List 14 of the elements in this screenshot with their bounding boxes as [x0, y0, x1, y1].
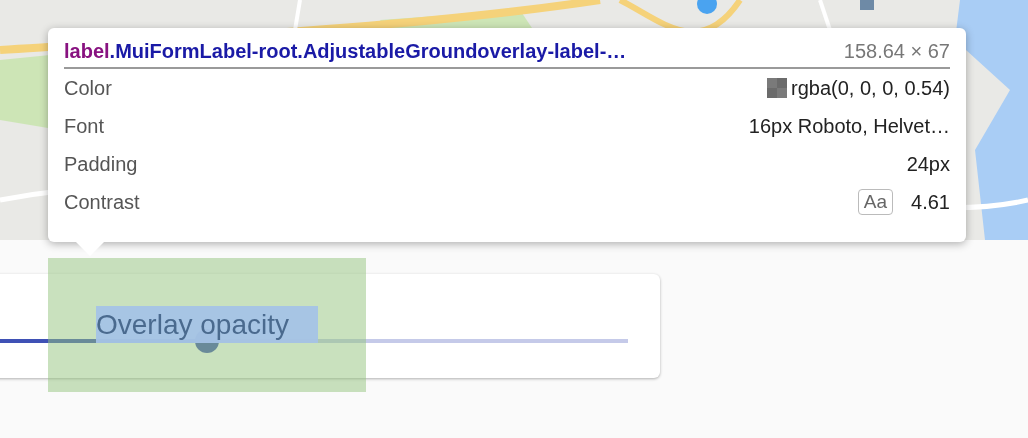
property-value: 24px [906, 152, 950, 176]
property-label: Padding [64, 152, 138, 176]
property-value: 16px Roboto, Helvet… [748, 114, 950, 138]
color-value: rgba(0, 0, 0, 0.54) [791, 76, 950, 100]
property-label: Font [64, 114, 105, 138]
contrast-value: 4.61 [911, 190, 950, 214]
property-label: Contrast [64, 190, 140, 214]
property-label: Color [64, 76, 112, 100]
element-selector: label.MuiFormLabel-root.AdjustableGroundoverlay-label-… [64, 40, 627, 63]
element-size: 158.64 × 67 [843, 40, 950, 63]
slider-track[interactable] [0, 339, 628, 343]
color-swatch-icon [767, 78, 787, 98]
slider-label: Overlay opacity [96, 306, 318, 343]
contrast-badge: Aa [857, 189, 894, 215]
